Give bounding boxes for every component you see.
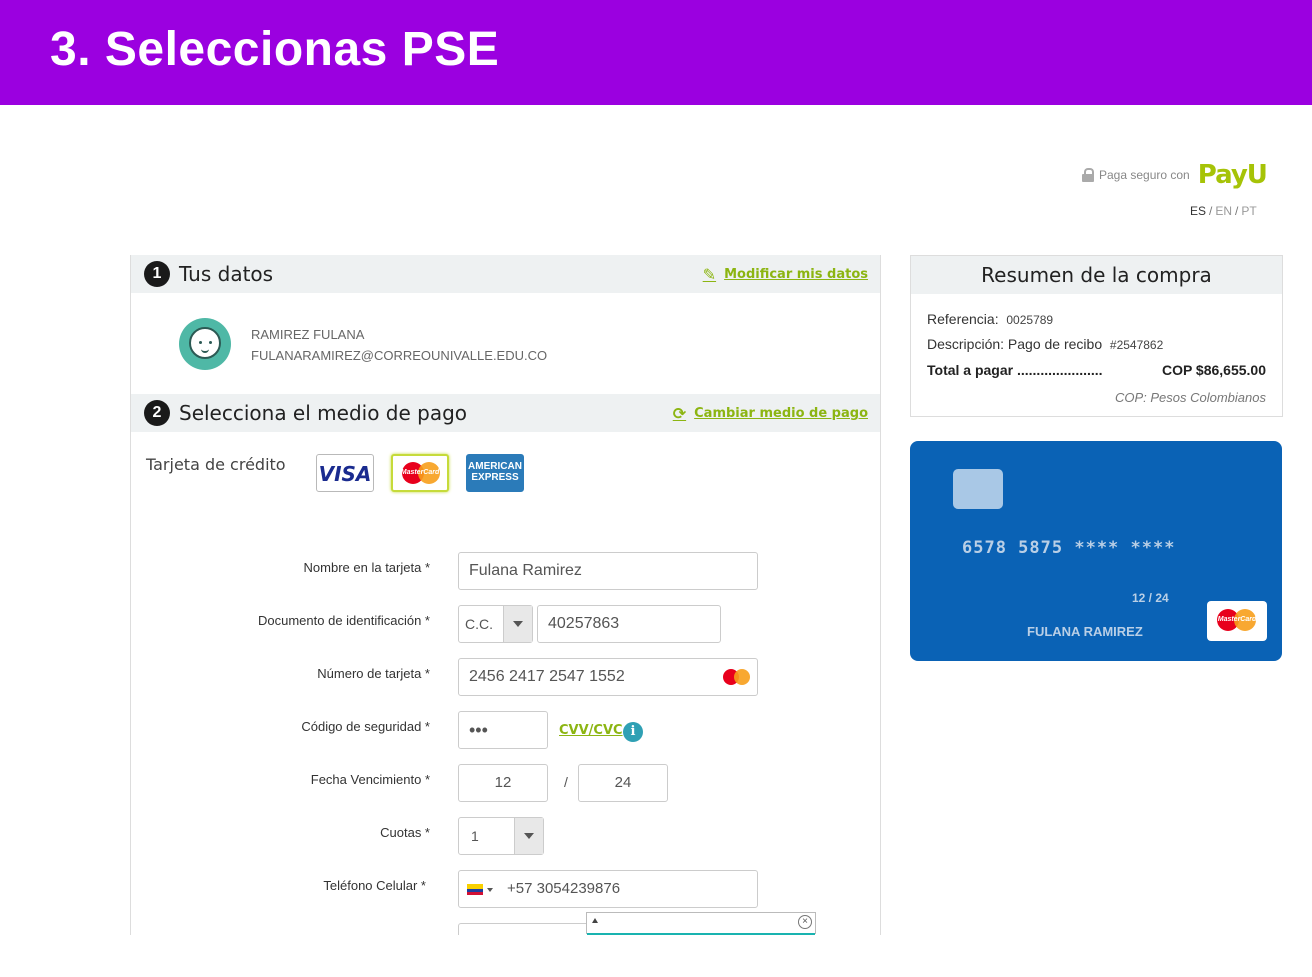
document-number-input[interactable]: 40257863 bbox=[537, 605, 721, 643]
cvv-label: Código de seguridad * bbox=[301, 719, 430, 734]
lang-en[interactable]: EN bbox=[1215, 204, 1232, 218]
reference-label: Referencia: bbox=[927, 311, 999, 327]
description-row: Descripción: Pago de recibo #2547862 bbox=[927, 336, 1163, 352]
mastercard-text: MasterCard bbox=[1217, 616, 1257, 623]
section-title: Selecciona el medio de pago bbox=[179, 401, 468, 425]
mastercard-text: MasterCard bbox=[400, 469, 440, 476]
description-label: Descripción: bbox=[927, 336, 1005, 352]
mastercard-logo: MasterCard bbox=[1207, 601, 1267, 641]
banner-title: 3. Seleccionas PSE bbox=[50, 23, 500, 76]
user-name: RAMIREZ FULANA bbox=[251, 327, 365, 342]
reference-value: 0025789 bbox=[1006, 313, 1054, 327]
section-medio-pago: 2 Selecciona el medio de pago ⟳ Cambiar m… bbox=[131, 394, 880, 432]
expiry-year-input[interactable]: 24 bbox=[578, 764, 668, 802]
section-tus-datos: 1 Tus datos ✎ Modificar mis datos bbox=[131, 255, 880, 293]
lang-es[interactable]: ES bbox=[1190, 204, 1206, 218]
mastercard-option[interactable]: MasterCard bbox=[391, 454, 449, 492]
document-label: Documento de identificación * bbox=[258, 613, 430, 628]
cvv-help-link[interactable]: CVV/CVC bbox=[559, 723, 623, 738]
card-number-value: 2456 2417 2547 1552 bbox=[469, 668, 625, 685]
language-switcher: ES / EN / PT bbox=[1190, 204, 1257, 218]
description-code: #2547862 bbox=[1109, 338, 1164, 352]
info-icon[interactable]: i bbox=[623, 722, 643, 742]
popup-accent-bar bbox=[587, 933, 815, 935]
total-label: Total a pagar ...................... bbox=[927, 362, 1103, 378]
document-type-select[interactable]: C.C. bbox=[458, 605, 533, 643]
change-payment-link[interactable]: ⟳ Cambiar medio de pago bbox=[673, 404, 868, 423]
card-preview-number: 6578 5875 **** **** bbox=[962, 538, 1176, 558]
chevron-down-icon bbox=[503, 606, 532, 642]
card-preview: 6578 5875 **** **** 12 / 24 FULANA RAMIR… bbox=[910, 441, 1282, 661]
amex-logo: AMERICAN EXPRESS bbox=[468, 461, 522, 483]
phone-input[interactable]: +57 3054239876 bbox=[458, 870, 758, 908]
expiry-month-input[interactable]: 12 bbox=[458, 764, 548, 802]
refresh-icon: ⟳ bbox=[672, 404, 687, 423]
card-preview-holder: FULANA RAMIREZ bbox=[1027, 624, 1143, 639]
credit-card-label: Tarjeta de crédito bbox=[146, 455, 286, 474]
chevron-down-icon bbox=[514, 818, 543, 854]
section-title: Tus datos bbox=[179, 262, 274, 286]
lock-icon bbox=[1082, 168, 1094, 182]
caret-down-icon bbox=[487, 888, 493, 892]
edit-data-link[interactable]: ✎ Modificar mis datos bbox=[703, 265, 868, 284]
cvv-input[interactable]: ••• bbox=[458, 711, 548, 749]
edit-data-label: Modificar mis datos bbox=[724, 267, 868, 282]
installments-select[interactable]: 1 bbox=[458, 817, 544, 855]
reference-row: Referencia: 0025789 bbox=[927, 311, 1053, 327]
secure-text: Paga seguro con bbox=[1099, 168, 1190, 182]
avatar bbox=[179, 318, 231, 370]
title-banner: 3. Seleccionas PSE bbox=[0, 0, 1312, 105]
document-type-value: C.C. bbox=[465, 616, 493, 632]
phone-value: +57 3054239876 bbox=[507, 880, 621, 897]
installments-label: Cuotas * bbox=[380, 825, 430, 840]
checkout-panel: 1 Tus datos ✎ Modificar mis datos RAMIREZ… bbox=[130, 255, 881, 935]
pencil-icon: ✎ bbox=[702, 265, 717, 284]
card-number-input[interactable]: 2456 2417 2547 1552 bbox=[458, 658, 758, 696]
total-value: COP $86,655.00 bbox=[1161, 362, 1266, 378]
colombia-flag-icon[interactable] bbox=[467, 884, 483, 895]
name-label: Nombre en la tarjeta * bbox=[303, 560, 430, 575]
close-icon[interactable]: × bbox=[798, 915, 812, 929]
payu-logo: PayU bbox=[1197, 160, 1268, 190]
step-number: 1 bbox=[144, 261, 170, 287]
caret-up-icon[interactable] bbox=[592, 918, 598, 923]
step-number: 2 bbox=[144, 400, 170, 426]
summary-title: Resumen de la compra bbox=[911, 256, 1282, 294]
mastercard-icon bbox=[723, 668, 751, 686]
expiry-label: Fecha Vencimiento * bbox=[310, 772, 430, 787]
lang-pt[interactable]: PT bbox=[1241, 204, 1256, 218]
user-email: FULANARAMIREZ@CORREOUNIVALLE.EDU.CO bbox=[251, 348, 548, 363]
amex-option[interactable]: AMERICAN EXPRESS bbox=[466, 454, 524, 492]
visa-logo: VISA bbox=[318, 462, 372, 486]
cardholder-name-input[interactable]: Fulana Ramirez bbox=[458, 552, 758, 590]
expiry-separator: / bbox=[564, 774, 568, 790]
change-payment-label: Cambiar medio de pago bbox=[694, 406, 868, 421]
card-chip bbox=[953, 469, 1003, 509]
card-preview-expiry: 12 / 24 bbox=[1132, 591, 1169, 605]
secure-payment-badge: Paga seguro con PayU bbox=[1082, 160, 1268, 190]
installments-value: 1 bbox=[471, 828, 479, 844]
face-icon bbox=[189, 327, 221, 359]
dropdown-popup[interactable]: × bbox=[586, 912, 816, 935]
purchase-summary: Resumen de la compra Referencia: 0025789… bbox=[910, 255, 1283, 417]
description-value: Pago de recibo bbox=[1007, 336, 1103, 352]
phone-label: Teléfono Celular * bbox=[323, 878, 426, 893]
card-number-label: Número de tarjeta * bbox=[317, 666, 430, 681]
currency-note: COP: Pesos Colombianos bbox=[1114, 390, 1266, 405]
visa-option[interactable]: VISA bbox=[316, 454, 374, 492]
